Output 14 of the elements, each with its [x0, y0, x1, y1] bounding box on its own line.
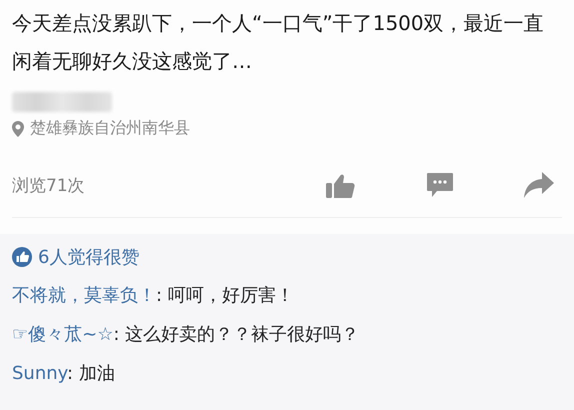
location-pin-icon [12, 120, 24, 136]
commenter-name[interactable]: Sunny [12, 363, 67, 384]
post-text: 今天差点没累趴下，一个人“一口气”干了1500双，最近一直闲着无聊好久没这感觉了… [12, 10, 545, 75]
commenter-name[interactable]: ☞傻々苽~☆ [12, 324, 114, 345]
comment-text: : 呵呵，好厉害！ [156, 285, 294, 306]
comment-text: : 加油 [67, 363, 115, 384]
likes-text: 6人觉得很赞 [38, 246, 140, 269]
thumbs-up-icon [12, 247, 32, 267]
comment-icon[interactable] [426, 171, 454, 199]
location-text: 楚雄彝族自治州南华县 [30, 118, 190, 139]
view-count: 浏览71次 [12, 174, 85, 196]
comment-text: : 这么好卖的？？袜子很好吗？ [113, 324, 360, 345]
commenter-name[interactable]: 不将就，莫辜负！ [12, 285, 156, 306]
share-icon[interactable] [524, 172, 554, 198]
